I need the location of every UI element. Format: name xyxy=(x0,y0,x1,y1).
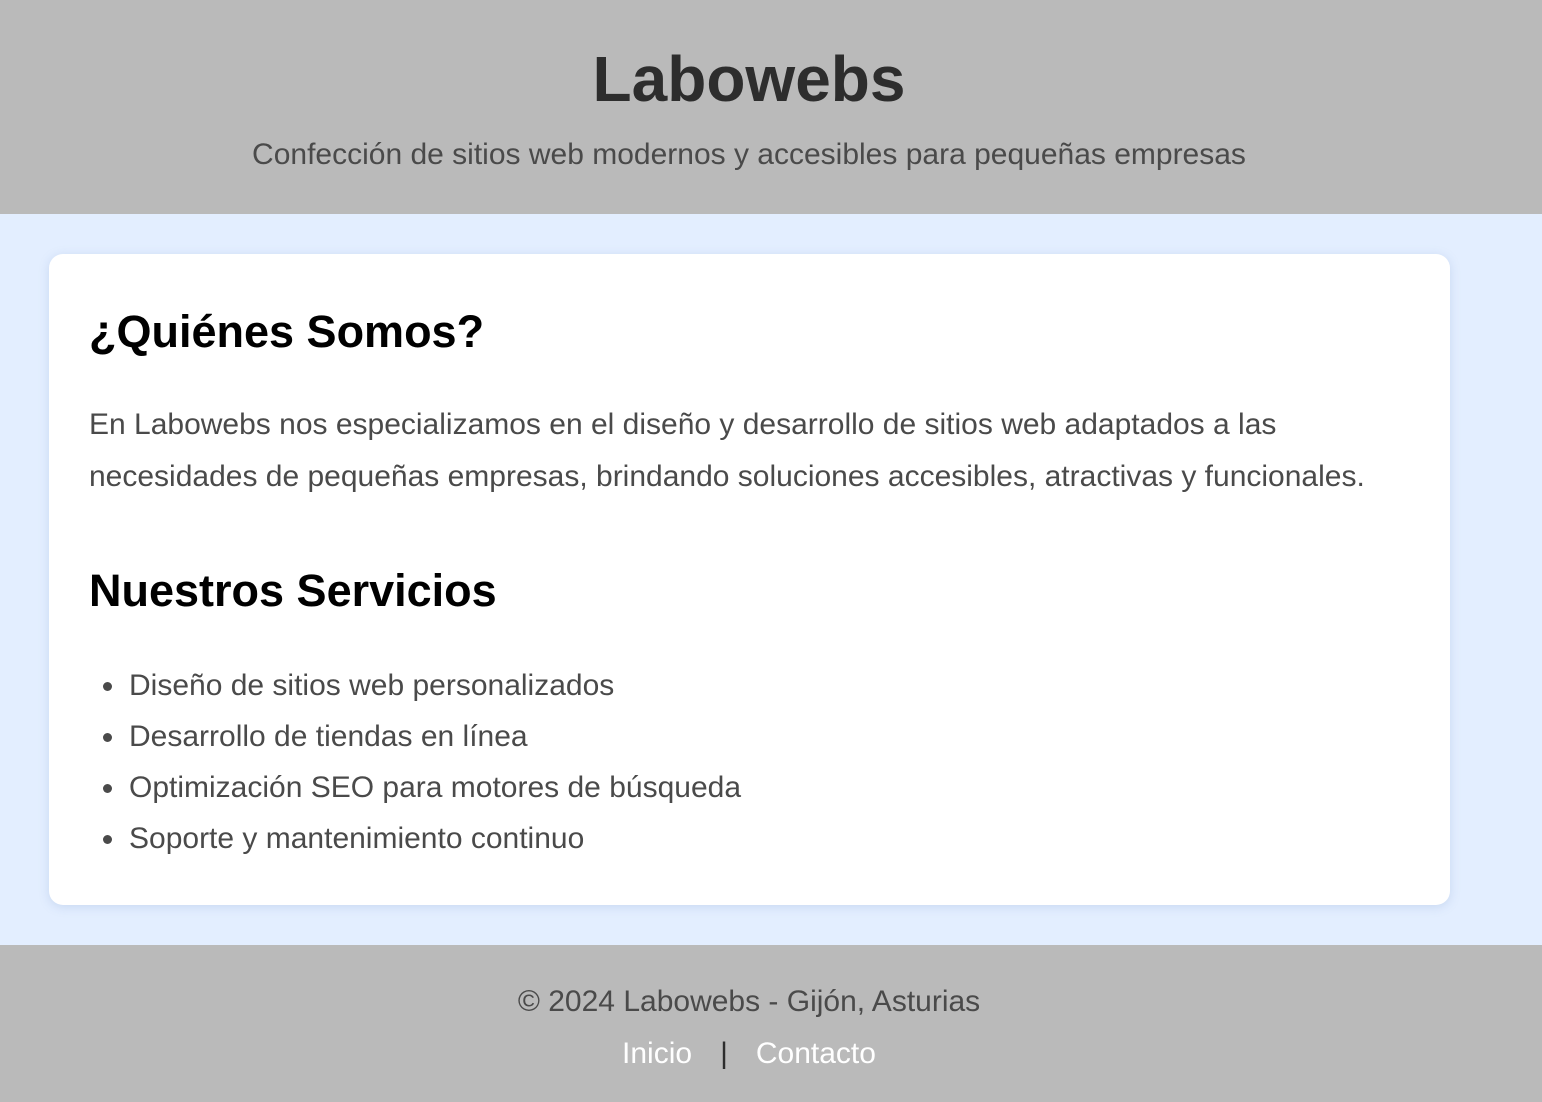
site-header: Labowebs Confección de sitios web modern… xyxy=(0,0,1542,214)
service-label: Diseño de sitios web personalizados xyxy=(129,669,615,702)
link-separator: | xyxy=(720,1037,728,1070)
list-item: Diseño de sitios web personalizados xyxy=(89,660,741,711)
bullet-icon xyxy=(103,784,112,793)
list-item: Desarrollo de tiendas en línea xyxy=(89,711,741,762)
about-text: En Labowebs nos especializamos en el dis… xyxy=(89,408,1365,493)
list-item: Soporte y mantenimiento continuo xyxy=(89,813,741,864)
site-footer: © 2024 Labowebs - Gijón, Asturias Inicio… xyxy=(0,945,1542,1102)
services-list: Diseño de sitios web personalizados Desa… xyxy=(89,660,741,864)
contact-link[interactable]: Contacto xyxy=(756,1037,876,1070)
footer-nav: Inicio | Contacto xyxy=(0,1035,1498,1073)
copyright-text: © 2024 Labowebs - Gijón, Asturias xyxy=(517,985,981,1018)
service-label: Optimización SEO para motores de búsqued… xyxy=(129,771,741,804)
bullet-icon xyxy=(103,682,112,691)
site-tagline: Confección de sitios web modernos y acce… xyxy=(252,138,1246,171)
home-link[interactable]: Inicio xyxy=(622,1037,692,1070)
about-heading: ¿Quiénes Somos? xyxy=(89,306,485,357)
service-label: Soporte y mantenimiento continuo xyxy=(129,822,585,855)
service-label: Desarrollo de tiendas en línea xyxy=(129,720,528,753)
content-card: ¿Quiénes Somos? En Labowebs nos especial… xyxy=(49,254,1450,905)
bullet-icon xyxy=(103,733,112,742)
services-heading: Nuestros Servicios xyxy=(89,565,497,616)
site-title: Labowebs xyxy=(592,43,906,115)
list-item: Optimización SEO para motores de búsqued… xyxy=(89,762,741,813)
bullet-icon xyxy=(103,835,112,844)
